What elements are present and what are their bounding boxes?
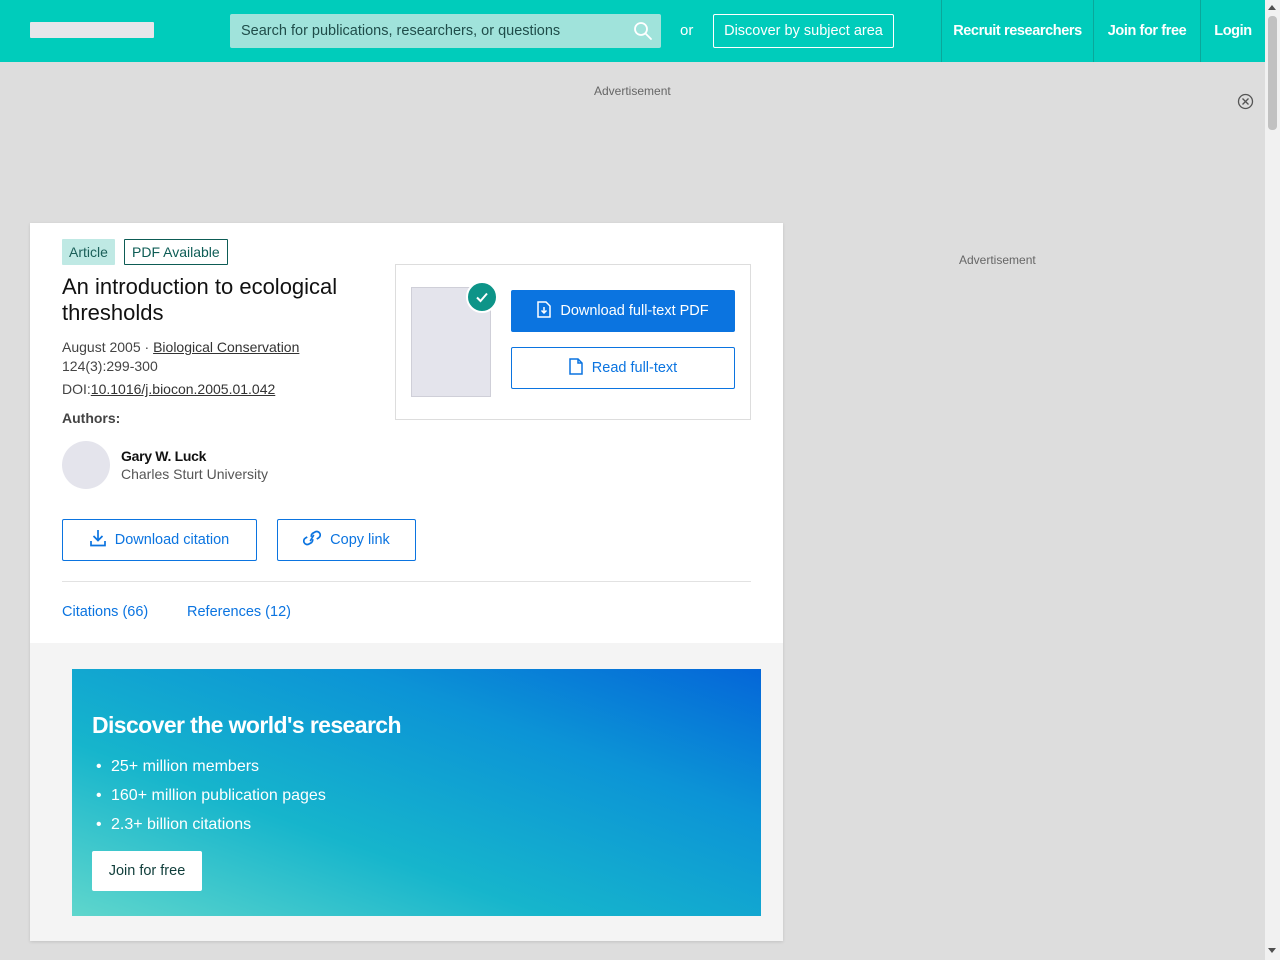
link-icon <box>303 530 322 550</box>
publication-meta: August 2005 · Biological Conservation 12… <box>62 338 372 376</box>
promo-stats-list: 25+ million members 160+ million publica… <box>96 752 326 839</box>
download-icon <box>89 529 106 551</box>
publication-date: August 2005 <box>62 339 141 355</box>
pdf-preview-box: Download full-text PDF Read full-text <box>395 264 751 420</box>
copy-link-button[interactable]: Copy link <box>277 519 416 561</box>
pdf-available-badge: PDF Available <box>124 239 228 265</box>
promo-stat-item: 25+ million members <box>96 752 326 781</box>
article-title: An introduction to ecological thresholds <box>62 274 338 325</box>
download-full-text-pdf-button[interactable]: Download full-text PDF <box>511 290 735 332</box>
copy-link-label: Copy link <box>330 532 390 548</box>
author-institution: Charles Sturt University <box>121 466 269 482</box>
download-citation-button[interactable]: Download citation <box>62 519 257 561</box>
download-citation-label: Download citation <box>114 532 230 548</box>
tab-references[interactable]: References (12) <box>187 604 291 620</box>
tabs-divider <box>62 581 751 582</box>
read-full-text-button[interactable]: Read full-text <box>511 347 735 389</box>
document-icon <box>569 357 583 379</box>
scroll-up-arrow-icon[interactable] <box>1268 5 1276 10</box>
top-nav-bar: or Discover by subject area Recruit rese… <box>0 0 1265 62</box>
or-separator: or <box>680 22 694 39</box>
promo-stat-item: 160+ million publication pages <box>96 781 326 810</box>
doi-label: DOI: <box>62 381 91 397</box>
meta-separator: · <box>140 339 154 355</box>
promo-title: Discover the world's research <box>92 712 402 738</box>
doi-link[interactable]: 10.1016/j.biocon.2005.01.042 <box>91 381 276 397</box>
page-scrollbar[interactable] <box>1265 0 1280 960</box>
authors-label: Authors: <box>62 410 121 426</box>
volume-pages: 124(3):299-300 <box>62 358 158 374</box>
search-input[interactable] <box>230 14 661 48</box>
read-full-text-label: Read full-text <box>591 360 678 376</box>
scroll-down-arrow-icon[interactable] <box>1268 948 1276 953</box>
close-ad-icon[interactable] <box>1237 93 1254 110</box>
side-advertisement-label: Advertisement <box>959 253 1036 267</box>
search-icon[interactable] <box>633 21 653 41</box>
download-pdf-label: Download full-text PDF <box>560 303 709 319</box>
author-avatar[interactable] <box>62 441 110 489</box>
site-logo[interactable] <box>30 22 154 38</box>
top-advertisement-label: Advertisement <box>594 84 671 98</box>
nav-recruit-researchers[interactable]: Recruit researchers <box>941 0 1093 62</box>
author-name[interactable]: Gary W. Luck <box>121 448 206 464</box>
promo-join-button[interactable]: Join for free <box>92 851 202 891</box>
article-card: Article PDF Available An introduction to… <box>30 223 783 941</box>
article-type-badge: Article <box>62 239 115 265</box>
pdf-download-icon <box>537 300 552 322</box>
nav-login[interactable]: Login <box>1200 0 1265 62</box>
journal-link[interactable]: Biological Conservation <box>153 339 299 355</box>
discover-research-banner: Discover the world's research 25+ millio… <box>72 669 761 916</box>
tab-citations[interactable]: Citations (66) <box>62 604 148 620</box>
check-icon <box>466 281 498 313</box>
search-box <box>230 14 661 48</box>
nav-join-for-free[interactable]: Join for free <box>1093 0 1200 62</box>
scroll-thumb[interactable] <box>1268 16 1277 130</box>
promo-stat-item: 2.3+ billion citations <box>96 810 326 839</box>
doi-row: DOI:10.1016/j.biocon.2005.01.042 <box>62 381 275 397</box>
discover-by-subject-button[interactable]: Discover by subject area <box>713 14 894 48</box>
